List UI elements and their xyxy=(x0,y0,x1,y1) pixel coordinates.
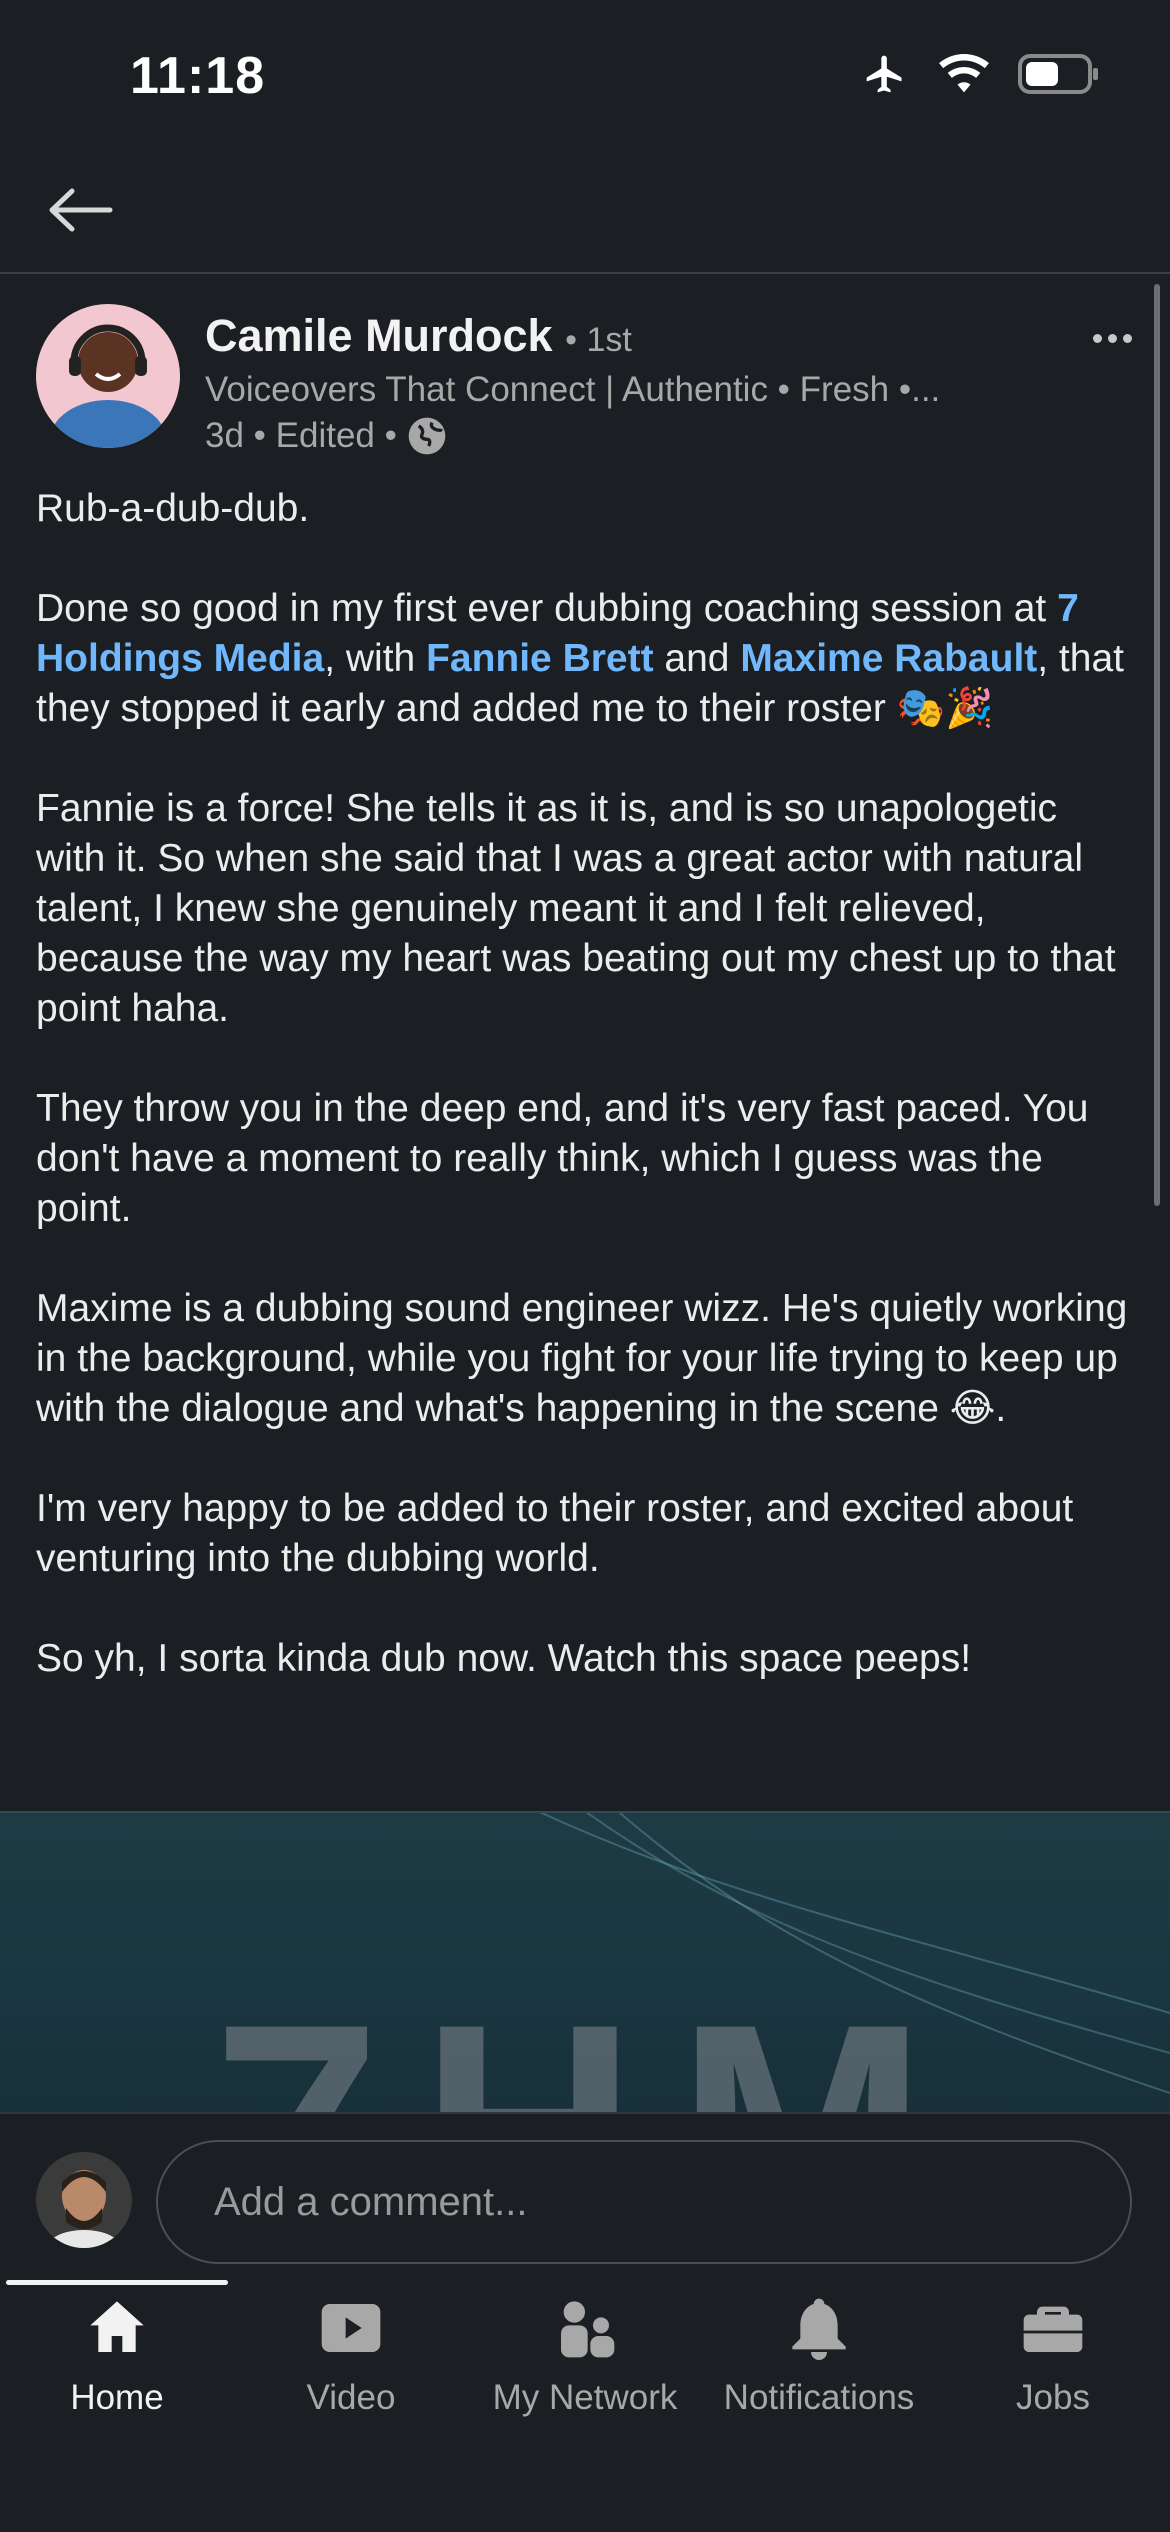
post-media-image[interactable]: 7HM xyxy=(0,1811,1170,2112)
post-text: Done so good in my first ever dubbing co… xyxy=(36,587,1058,630)
top-bar xyxy=(0,150,1170,274)
airplane-mode-icon xyxy=(866,55,902,93)
bottom-tab-bar: Home Video My Network Notifications Jobs xyxy=(0,2272,1170,2532)
connection-degree: • 1st xyxy=(565,321,632,359)
dot-icon xyxy=(1123,334,1132,343)
post-card: Camile Murdock • 1st Voiceovers That Con… xyxy=(0,274,1170,2112)
comment-bar xyxy=(0,2112,1170,2274)
author-name[interactable]: Camile Murdock • 1st xyxy=(205,310,632,362)
author-headline: Voiceovers That Connect | Authentic • Fr… xyxy=(205,370,941,409)
bell-icon xyxy=(792,2298,846,2360)
tab-home[interactable]: Home xyxy=(0,2296,234,2436)
tab-notifications[interactable]: Notifications xyxy=(702,2296,936,2436)
status-icons xyxy=(860,52,1100,96)
post-meta: 3d • Edited • xyxy=(205,416,447,456)
post-paragraph: So yh, I sorta kinda dub now. Watch this… xyxy=(36,1637,972,1680)
status-time: 11:18 xyxy=(130,47,266,105)
post-paragraph: Fannie is a force! She tells it as it is… xyxy=(36,787,1116,1030)
tab-label: Jobs xyxy=(1016,2378,1090,2417)
post-paragraph: I'm very happy to be added to their rost… xyxy=(36,1487,1074,1580)
tab-label: Video xyxy=(306,2378,396,2417)
person-mention-link[interactable]: Maxime Rabault xyxy=(740,637,1037,680)
arrow-left-icon xyxy=(49,188,113,232)
post-paragraph: Rub-a-dub-dub. xyxy=(36,487,310,530)
post-paragraph: Done so good in my first ever dubbing co… xyxy=(36,584,1136,734)
author-name-text[interactable]: Camile Murdock xyxy=(205,310,553,361)
post-paragraph: Maxime is a dubbing sound engineer wizz.… xyxy=(36,1287,1128,1430)
author-avatar[interactable] xyxy=(36,304,180,448)
wifi-icon xyxy=(939,54,989,93)
tab-label: Notifications xyxy=(723,2378,915,2417)
person-mention-link[interactable]: Fannie Brett xyxy=(426,637,654,680)
globe-icon xyxy=(408,417,446,455)
tab-label: Home xyxy=(70,2378,164,2417)
video-icon xyxy=(321,2304,381,2352)
active-tab-indicator xyxy=(6,2280,228,2285)
status-bar: 11:18 xyxy=(0,0,1170,150)
post-body: Rub-a-dub-dub. Done so good in my first … xyxy=(36,484,1136,1734)
tab-jobs[interactable]: Jobs xyxy=(936,2296,1170,2436)
dot-icon xyxy=(1108,334,1117,343)
scrollbar[interactable] xyxy=(1154,284,1160,1206)
briefcase-icon xyxy=(1023,2306,1083,2352)
battery-icon xyxy=(1018,54,1098,94)
tab-video[interactable]: Video xyxy=(234,2296,468,2436)
post-text: , with xyxy=(324,637,427,680)
post-time: 3d • Edited • xyxy=(205,416,397,455)
comment-input[interactable] xyxy=(156,2140,1132,2264)
user-avatar xyxy=(36,2152,132,2248)
dot-icon xyxy=(1093,334,1102,343)
post-text: and xyxy=(653,637,741,680)
network-icon xyxy=(561,2301,615,2358)
more-options-button[interactable] xyxy=(1093,334,1132,343)
tab-label: My Network xyxy=(492,2378,678,2417)
home-icon xyxy=(90,2301,144,2352)
media-logo-text: 7HM xyxy=(213,1961,966,2112)
post-paragraph: They throw you in the deep end, and it's… xyxy=(36,1087,1089,1230)
back-button[interactable] xyxy=(44,180,124,240)
tab-my-network[interactable]: My Network xyxy=(468,2296,702,2436)
